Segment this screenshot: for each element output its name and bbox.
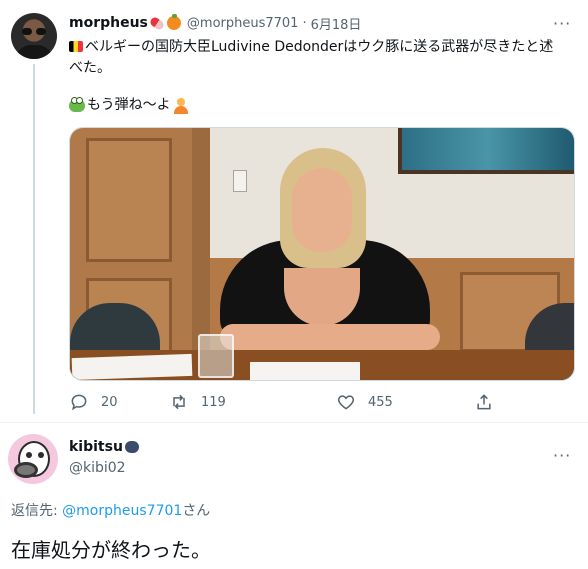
separator-dot: · xyxy=(302,15,307,31)
reply-avatar[interactable] xyxy=(8,434,58,484)
avatar[interactable] xyxy=(11,13,57,59)
photo-person-arms xyxy=(220,324,440,350)
photo-switch xyxy=(233,170,247,192)
photo-glass xyxy=(198,334,234,378)
reply-avatar-eye xyxy=(38,452,44,458)
tweet-text: ベルギーの国防大臣Ludivine Dedonderはウク豚に送る武器が尽きたと… xyxy=(69,37,584,79)
tweet-text-extra-content: もう弾ね～よ xyxy=(87,97,171,113)
frog-emoji-icon xyxy=(69,97,85,112)
tweet-text-line2: べた。 xyxy=(69,60,111,76)
display-name[interactable]: morpheus xyxy=(69,15,148,31)
tweet-header: morpheus @morpheus7701 · 6月18日 xyxy=(69,13,361,33)
reply-more-options-icon[interactable]: ··· xyxy=(553,446,571,465)
reply-avatar-coil xyxy=(14,462,38,478)
share-button[interactable] xyxy=(474,392,494,412)
reply-display-name[interactable]: kibitsu xyxy=(69,439,123,455)
tweet-date[interactable]: 6月18日 xyxy=(311,14,362,33)
retweet-count: 119 xyxy=(201,394,226,410)
retweet-button[interactable]: 119 xyxy=(169,392,226,412)
tweet-photo[interactable] xyxy=(69,127,575,381)
user-handle[interactable]: @morpheus7701 xyxy=(187,16,299,31)
like-button[interactable]: 455 xyxy=(336,392,393,412)
reply-bubble-icon xyxy=(71,394,87,411)
belgium-flag-icon xyxy=(69,41,83,52)
reply-name-row: kibitsu xyxy=(69,439,139,455)
more-options-icon[interactable]: ··· xyxy=(553,14,571,33)
divider xyxy=(0,422,588,423)
photo-painting xyxy=(398,128,574,174)
heart-icon xyxy=(337,395,355,410)
reply-to-link[interactable]: @morpheus7701 xyxy=(62,503,182,519)
photo-paper xyxy=(71,353,193,380)
photo-paper xyxy=(250,362,360,380)
pill-emoji-icon xyxy=(148,15,166,31)
thread-line xyxy=(33,64,35,414)
tweet-actions: 20 119 455 xyxy=(69,392,575,416)
speaking-head-emoji-icon xyxy=(124,441,139,453)
like-count: 455 xyxy=(368,394,393,410)
person-emoji-icon xyxy=(173,97,189,114)
reply-button[interactable]: 20 xyxy=(69,392,118,412)
reply-avatar-eye xyxy=(26,452,32,458)
tweet-text-extra: もう弾ね～よ xyxy=(69,95,189,116)
share-icon xyxy=(477,394,491,410)
reply-to-label: 返信先: xyxy=(11,503,63,519)
reply-handle[interactable]: @kibi02 xyxy=(69,460,126,476)
avatar-coat xyxy=(15,45,53,59)
reply-to-line: 返信先: @morpheus7701さん xyxy=(11,500,210,520)
reply-to-suffix: さん xyxy=(182,503,211,519)
orange-emoji-icon xyxy=(166,14,181,30)
retweet-icon xyxy=(173,394,185,410)
reply-text: 在庫処分が終わった。 xyxy=(11,538,211,562)
photo-door-panel xyxy=(86,138,172,262)
reply-count: 20 xyxy=(101,394,118,410)
photo-door-frame xyxy=(192,128,210,368)
tweet-text-line1: ベルギーの国防大臣Ludivine Dedonderはウク豚に送る武器が尽きたと… xyxy=(85,39,554,55)
sunglasses-graphic xyxy=(22,28,46,36)
photo-person-face xyxy=(292,168,352,252)
